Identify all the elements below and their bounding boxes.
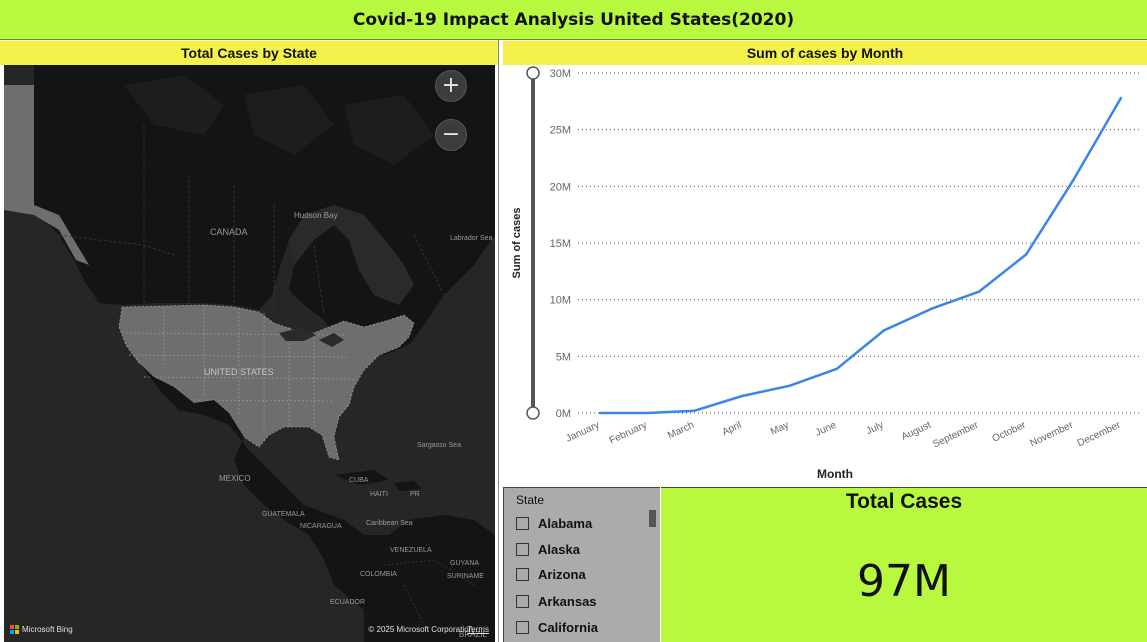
card-title: Total Cases: [845, 490, 963, 513]
data-point: [1025, 253, 1028, 256]
label-caribbean-sea: Caribbean Sea: [366, 520, 413, 527]
data-point: [882, 329, 886, 332]
y-tick-label: 10M: [550, 295, 571, 307]
slicer-item-alabama[interactable]: Alabama: [516, 514, 592, 532]
terms-link[interactable]: Terms: [467, 625, 489, 634]
label-haiti: HAITI: [370, 491, 388, 498]
zoom-out-button[interactable]: −: [435, 119, 467, 151]
x-tick-label: June: [814, 420, 839, 439]
data-point: [1072, 178, 1075, 181]
report-canvas: Covid-19 Impact Analysis United States(2…: [0, 0, 1147, 642]
card-value: 97M: [857, 556, 951, 607]
y-axis-title: Sum of cases: [511, 208, 523, 279]
y-tick-label: 25M: [550, 125, 571, 137]
x-tick-label: September: [931, 419, 981, 450]
x-tick-label: March: [666, 420, 696, 442]
y-tick-label: 15M: [550, 238, 571, 250]
series-line: [600, 97, 1123, 415]
x-tick-label: October: [991, 419, 1028, 444]
report-header: Covid-19 Impact Analysis United States(2…: [0, 0, 1147, 40]
map-canvas[interactable]: [4, 65, 495, 642]
y-tick-labels: 0M 5M 10M 15M 20M 25M 30M: [550, 68, 571, 420]
y-tick-label: 20M: [550, 181, 571, 193]
checkbox[interactable]: [516, 620, 529, 634]
x-tick-label: April: [721, 420, 744, 438]
label-colombia: COLOMBIA: [360, 571, 397, 578]
microsoft-bing-logo: Microsoft Bing: [10, 625, 73, 634]
y-zoom-slider-top-handle[interactable]: [526, 66, 540, 80]
x-tick-labels: January February March April May June July Augu…: [564, 419, 1122, 450]
total-cases-card: Total Cases 97M: [661, 487, 1147, 642]
data-point: [977, 290, 981, 293]
slicer-title: State: [516, 493, 545, 507]
y-tick-label: 5M: [556, 351, 571, 363]
slicer-item-arizona[interactable]: Arizona: [516, 565, 586, 583]
x-tick-label: May: [769, 420, 791, 438]
label-pr: PR: [410, 491, 420, 498]
x-tick-label: January: [564, 420, 601, 445]
label-venezuela: VENEZUELA: [390, 547, 432, 554]
data-point: [1119, 96, 1123, 100]
x-tick-label: November: [1028, 419, 1075, 449]
minus-icon: −: [441, 122, 461, 147]
state-slicer: State Alabama Alaska Arizona Arkansas Ca…: [503, 487, 660, 642]
label-ecuador: ECUADOR: [330, 599, 366, 606]
line-chart[interactable]: Sum of cases Month 0M 5M 10M 15M 20M 25M 30M J…: [503, 65, 1147, 485]
x-tick-label: February: [608, 420, 649, 447]
slicer-item-label: California: [538, 619, 598, 635]
y-tick-label: 30M: [550, 68, 571, 80]
panel-divider: [498, 40, 502, 642]
slicer-scrollbar[interactable]: [649, 510, 656, 527]
slicer-item-label: Alaska: [538, 541, 580, 557]
label-suriname: SURINAME: [447, 573, 484, 580]
data-point: [693, 409, 696, 412]
zoom-in-button[interactable]: +: [435, 70, 467, 102]
microsoft-logo-icon: [10, 625, 19, 634]
x-axis-title: Month: [817, 467, 853, 481]
slicer-item-alaska[interactable]: Alaska: [516, 540, 580, 558]
data-point: [835, 367, 839, 370]
slicer-item-california[interactable]: California: [516, 618, 598, 636]
data-point: [646, 411, 649, 415]
checkbox[interactable]: [516, 567, 529, 581]
label-canada: CANADA: [210, 227, 248, 237]
x-tick-label: December: [1076, 419, 1123, 449]
slicer-item-label: Alabama: [538, 515, 593, 531]
checkbox[interactable]: [516, 542, 529, 556]
report-title: Covid-19 Impact Analysis United States(2…: [352, 9, 795, 30]
slicer-item-label: Arkansas: [538, 593, 597, 609]
chart-panel-title: Sum of cases by Month: [503, 41, 1147, 65]
checkbox[interactable]: [516, 594, 529, 608]
label-cuba: CUBA: [349, 477, 369, 484]
y-tick-label: 0M: [556, 408, 571, 420]
map-copyright: © 2025 Microsoft Corporation: [368, 625, 473, 634]
label-guyana: GUYANA: [450, 560, 480, 567]
plus-icon: +: [441, 73, 461, 98]
label-nicaragua: NICARAGUA: [300, 523, 342, 530]
label-guatemala: GUATEMALA: [262, 511, 305, 518]
x-tick-label: August: [900, 420, 933, 443]
data-point: [788, 384, 791, 387]
label-mexico: MEXICO: [219, 474, 251, 483]
series-layer: [598, 96, 1123, 415]
data-point: [740, 394, 744, 398]
label-sargasso-sea: Sargasso Sea: [417, 442, 461, 449]
line-chart-svg: Sum of cases Month 0M 5M 10M 15M 20M 25M 30M J…: [511, 66, 1139, 481]
data-point: [930, 307, 933, 310]
label-united-states: UNITED STATES: [204, 367, 274, 377]
slicer-item-label: Arizona: [538, 566, 586, 582]
filled-map[interactable]: CANADA Hudson Bay Labrador Sea UNITED ST…: [4, 65, 495, 642]
data-point: [598, 411, 602, 415]
x-tick-label: July: [865, 420, 886, 437]
slicer-item-arkansas[interactable]: Arkansas: [516, 592, 597, 610]
y-zoom-slider-bottom-handle[interactable]: [526, 406, 540, 420]
grid-layer: [578, 72, 1139, 414]
label-hudson-bay: Hudson Bay: [294, 211, 338, 220]
label-labrador-sea: Labrador Sea: [450, 235, 493, 242]
checkbox[interactable]: [516, 516, 529, 530]
map-panel-title: Total Cases by State: [0, 41, 498, 65]
bing-attribution: Microsoft Bing: [22, 625, 73, 634]
